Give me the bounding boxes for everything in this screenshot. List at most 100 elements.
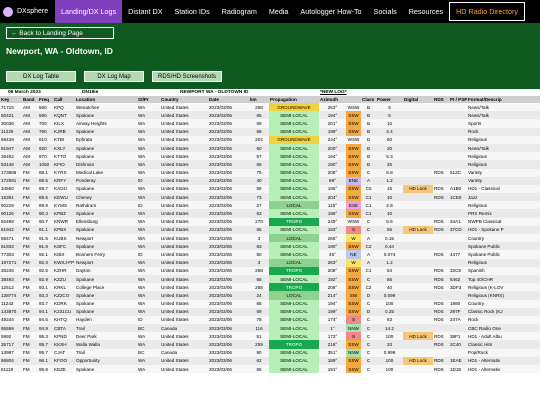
tab-station-ids[interactable]: Station IDs (169, 0, 216, 23)
table-row[interactable]: 68439 AM 810 KTBI Ephrata WA United States 2023… (0, 135, 540, 144)
table-row[interactable]: 53148 AM 1050 KFIO Dishman WA United States 202… (0, 160, 540, 169)
tab-resources[interactable]: Resources (403, 0, 449, 23)
table-cell: WA (137, 283, 160, 292)
table-cell: A (361, 250, 376, 259)
table-cell: 59 (249, 307, 269, 316)
table-row[interactable]: 49244 FM 94.5 KHTQ Hayden ID United States 2023… (0, 315, 540, 325)
column-header[interactable]: Format/Descrip (467, 96, 540, 103)
table-cell: FM (22, 332, 38, 341)
table-row[interactable]: 18391 FM 89.5 KEWU Cheney WA United States 2023… (0, 193, 540, 202)
back-button[interactable]: ← Back to Landing Page (6, 27, 114, 39)
dx-log-table-button[interactable]: DX Log Table (6, 71, 76, 82)
table-row[interactable]: 12512 FM 93.1 KRKL College Place WA United Sta… (0, 283, 540, 292)
table-row[interactable]: 5992 FM 95.3 KPND Deer Park WA United States 20… (0, 332, 540, 341)
table-cell: FM (22, 250, 38, 259)
table-row[interactable]: 38492 AM 970 KTTO Spokane WA United States 2023… (0, 152, 540, 161)
table-cell: News/Talk (467, 143, 540, 153)
table-row[interactable]: 61119 FM 96.9 KEZE Spokane WA United States 202… (0, 365, 540, 374)
table-cell: 37CD (449, 225, 467, 234)
tab-distant-dx[interactable]: Distant DX (122, 0, 168, 23)
table-row[interactable]: 172591 FM 88.5 KRFY Ponderay ID United States 2… (0, 176, 540, 185)
column-header[interactable]: St/Pr (137, 96, 160, 103)
column-header[interactable]: PI / PSP (449, 96, 467, 103)
column-header[interactable]: Country (160, 96, 208, 103)
column-header[interactable]: Band (22, 96, 38, 103)
column-header[interactable]: Freq (38, 96, 53, 103)
table-cell: 94.5 (38, 315, 53, 325)
table-row[interactable]: 88471 FM 91.5 KUBS Newport WA United States 202… (0, 234, 540, 243)
table-row[interactable]: 34560 FM 88.7 KAGU Spokane WA United States 202… (0, 184, 540, 194)
table-row[interactable]: 61947 AM 920 KXLY Spokane WA United States 2023… (0, 143, 540, 153)
table-row[interactable]: 71715 AM 560 KPQ Wenatchee WA United States 202… (0, 103, 540, 112)
table-row[interactable]: 82498 FM 90.7 KNWR Ellensburg WA United States… (0, 217, 540, 226)
dx-log-map-button[interactable]: DX Log Map (84, 71, 144, 82)
table-row[interactable]: 61933 FM 91.9 KSFC Spokane WA United States 202… (0, 242, 540, 251)
column-header[interactable]: Digital (403, 96, 433, 103)
table-cell: 2023/03/06 (208, 234, 249, 243)
table-cell (403, 258, 433, 267)
table-cell: WA (137, 258, 160, 267)
tab-autologger[interactable]: Autologger How-To (294, 0, 367, 23)
table-cell: WA (137, 365, 160, 374)
table-cell: 92.5 (38, 266, 53, 275)
table-row[interactable]: 13997 FM 95.7 CJAT Trail BC Canada 2023/03/06 90… (0, 348, 540, 357)
tab-media[interactable]: Media (263, 0, 295, 23)
rds-hd-screenshots-button[interactable]: RDS/HD Screenshots (152, 71, 222, 82)
table-row[interactable]: 38493 FM 92.9 KZZU Spokane WA United States 202… (0, 274, 540, 284)
table-row[interactable]: 90126 FM 90.3 KPBZ Spokane WA United States 202… (0, 209, 540, 218)
tab-radiogram[interactable]: Radiogram (216, 0, 263, 23)
table-cell: 32C8 (449, 266, 467, 275)
column-header[interactable]: Date (208, 96, 249, 103)
table-cell: SSW (346, 184, 361, 194)
column-header[interactable]: Class (361, 96, 376, 103)
column-header[interactable]: Location (75, 96, 137, 103)
table-row[interactable]: 66804 FM 96.1 KFOO Opportunity WA United State… (0, 356, 540, 365)
table-cell: 90.7 (38, 217, 53, 226)
brand[interactable]: DXsphere (0, 0, 55, 23)
column-header[interactable] (346, 96, 361, 103)
table-row[interactable]: 11225 AM 790 KJRB Spokane WA United States 2023… (0, 127, 540, 136)
column-header[interactable]: Azimuth (319, 96, 346, 103)
column-header[interactable]: Key (0, 96, 22, 103)
column-header[interactable]: Call (53, 96, 75, 103)
table-row[interactable]: 173886 FM 88.1 KYRS Medical Lake WA United Sta… (0, 168, 540, 177)
table-row[interactable]: 138774 FM 93.3 KZ2CO Spokane WA United States 2… (0, 291, 540, 300)
table-row[interactable]: 95599 FM 94.9 CBTA Trail BC Canada 2023/03/06 11… (0, 324, 540, 333)
table-row[interactable]: 30036 AM 700 KILX Airway Heights WA United Sta… (0, 119, 540, 128)
table-cell: TROPO (269, 340, 319, 349)
table-row[interactable]: 61942 FM 91.1 KPBX Spokane WA United States 202… (0, 225, 540, 234)
table-cell: FM (22, 291, 38, 300)
table-cell: 63 (249, 209, 269, 218)
column-header[interactable]: km (249, 96, 269, 103)
tab-hd-radio-directory[interactable]: HD Radio Directory (449, 2, 525, 21)
column-header[interactable]: RDS (433, 96, 449, 103)
table-row[interactable]: 77303 FM 92.1 KIBX Bonners Ferry ID United Sta… (0, 250, 540, 259)
table-cell: TROPO (269, 217, 319, 226)
tab-landing[interactable]: Landing/DX Logs (55, 0, 123, 23)
table-row[interactable]: 35245 FM 92.5 KZHR Dayton WA United States 2023… (0, 266, 540, 275)
logo-icon (3, 6, 13, 17)
table-cell: United States (160, 127, 208, 136)
table-cell: Canada (160, 324, 208, 333)
table-cell: RDS (433, 283, 449, 292)
table-row[interactable]: 60421 AM 590 KQNT Spokane WA United States 2023… (0, 111, 540, 120)
table-cell: 2023/03/06 (208, 135, 249, 144)
table-row[interactable]: 197271 FM 92.3 KWXJ-FP Newport WA United State… (0, 258, 540, 267)
table-cell: KQNT (53, 111, 75, 120)
table-cell: 1.2 (376, 258, 403, 267)
table-cell: 34560 (0, 184, 22, 194)
table-row[interactable]: 35717 FM 95.7 KKSH Walla Walla WA United State… (0, 340, 540, 349)
table-cell: C1 (361, 201, 376, 210)
table-cell: KZHR (53, 266, 75, 275)
table-cell: Rock (467, 315, 540, 325)
table-cell: United States (160, 103, 208, 112)
table-row[interactable]: 11242 FM 93.7 KDRK Spokane WA United States 202… (0, 299, 540, 308)
table-row[interactable]: 90229 FM 89.9 KYMS Rathdrum ID United States 20… (0, 201, 540, 210)
column-header[interactable]: Power (376, 96, 403, 103)
tab-socials[interactable]: Socials (368, 0, 403, 23)
column-header[interactable]: Propagation (269, 96, 319, 103)
table-row[interactable]: 143870 FM 94.1 K231CU Spokane WA United States… (0, 307, 540, 316)
table-cell: 100 (376, 356, 403, 365)
table-cell (403, 234, 433, 243)
grid-square: DN18ie (82, 90, 99, 95)
